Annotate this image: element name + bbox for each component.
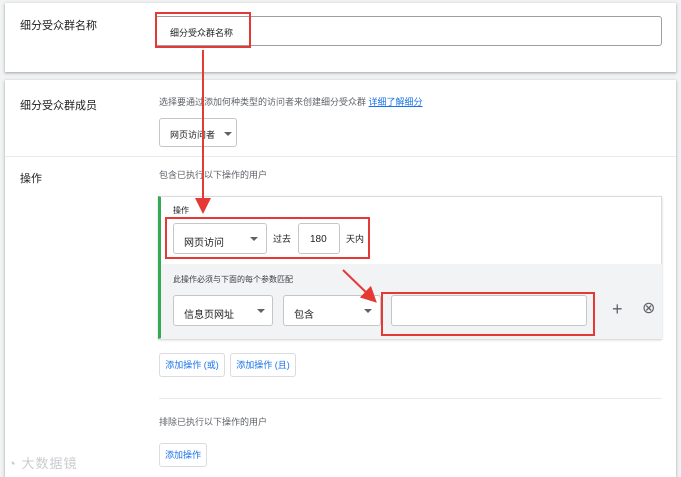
action-panel: 操作 网页访问 过去 180 天内 此操作必须与下面的每个参数匹配 信息页网址 … <box>158 196 662 339</box>
audience-name-input-value: 细分受众群名称 <box>170 28 234 38</box>
days-value: 180 <box>310 234 327 245</box>
add-parameter-icon[interactable]: + <box>612 297 623 321</box>
add-action-label: 添加操作 <box>164 450 201 460</box>
visitor-type-value: 网页访问者 <box>170 130 216 140</box>
exclude-users-text: 排除已执行以下操作的用户 <box>159 417 268 427</box>
add-action-button[interactable]: 添加操作 <box>159 443 207 467</box>
days-input[interactable]: 180 <box>298 223 340 254</box>
add-action-or-button[interactable]: 添加操作 (或) <box>159 353 225 377</box>
parameter-operator-value: 包含 <box>294 310 314 321</box>
chevron-down-icon <box>224 132 232 136</box>
action-type-select[interactable]: 网页访问 <box>173 223 267 254</box>
include-users-text: 包含已执行以下操作的用户 <box>159 170 268 180</box>
add-action-or-label: 添加操作 (或) <box>165 360 219 370</box>
past-label: 过去 <box>273 234 292 244</box>
watermark: ◔ 大数据镜 <box>8 453 78 472</box>
parameter-operator-select[interactable]: 包含 <box>283 295 381 326</box>
parameter-field-value: 信息页网址 <box>184 310 234 321</box>
action-type-value: 网页访问 <box>184 238 224 249</box>
visitor-type-select[interactable]: 网页访问者 <box>159 118 237 147</box>
add-action-and-button[interactable]: 添加操作 (且) <box>230 353 296 377</box>
audience-name-card: 细分受众群名称 细分受众群名称 <box>5 3 676 72</box>
exclude-divider <box>159 398 662 399</box>
action-panel-title: 操作 <box>173 206 189 215</box>
chevron-down-icon <box>364 309 372 313</box>
parameter-field-select[interactable]: 信息页网址 <box>173 295 273 326</box>
chevron-down-icon <box>250 237 258 241</box>
members-label: 细分受众群成员 <box>20 100 97 112</box>
audience-name-input[interactable]: 细分受众群名称 <box>155 16 662 46</box>
chevron-down-icon <box>257 309 265 313</box>
section-divider <box>5 156 676 157</box>
audience-name-label: 细分受众群名称 <box>20 20 97 32</box>
watermark-text: 大数据镜 <box>21 456 78 471</box>
audience-members-card: 细分受众群成员 选择要通过添加何种类型的访问者来创建细分受众群 详细了解细分 网… <box>5 80 676 477</box>
learn-more-link[interactable]: 详细了解细分 <box>369 97 423 107</box>
days-unit: 天内 <box>346 234 365 244</box>
parameter-hint: 此操作必须与下面的每个参数匹配 <box>173 275 293 284</box>
parameter-area: 此操作必须与下面的每个参数匹配 信息页网址 包含 + ⊗ <box>161 264 662 339</box>
members-description-text: 选择要通过添加何种类型的访问者来创建细分受众群 <box>159 97 367 107</box>
parameter-value-input[interactable] <box>391 295 587 326</box>
members-description: 选择要通过添加何种类型的访问者来创建细分受众群 详细了解细分 <box>159 95 423 108</box>
watermark-logo-icon: ◔ <box>8 456 17 471</box>
remove-parameter-icon[interactable]: ⊗ <box>642 297 655 321</box>
action-label: 操作 <box>20 173 42 185</box>
add-action-and-label: 添加操作 (且) <box>236 360 290 370</box>
